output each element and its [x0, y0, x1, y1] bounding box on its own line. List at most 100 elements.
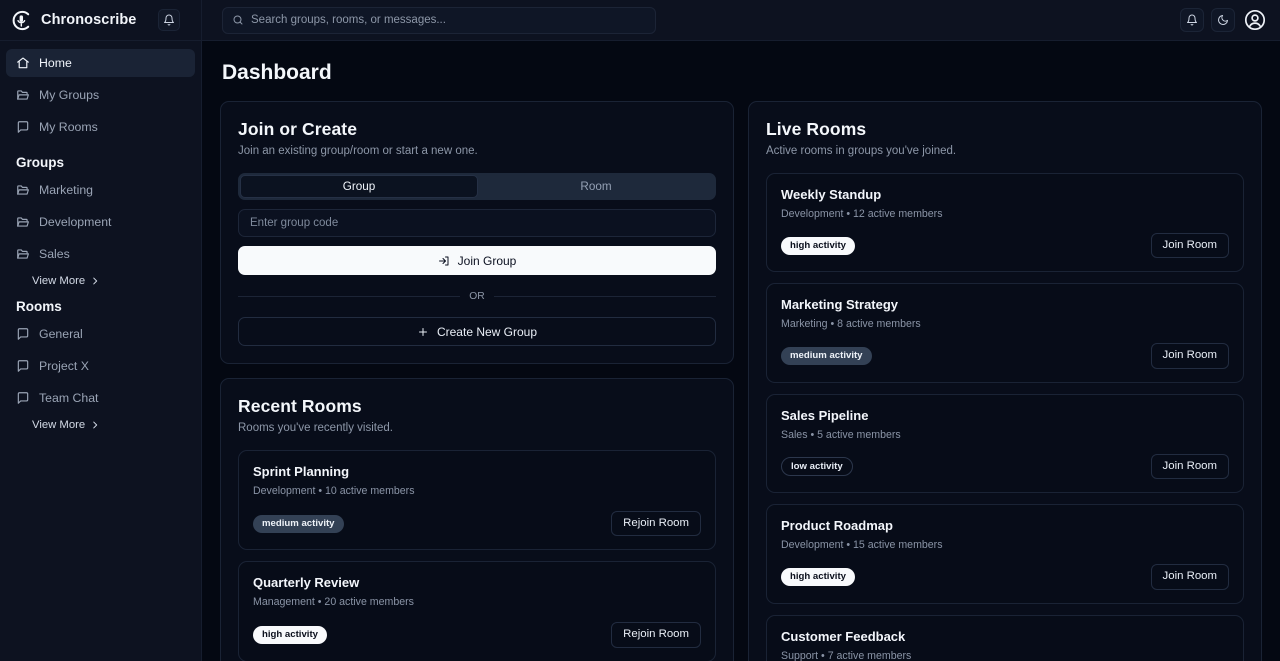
- sidebar-item-marketing[interactable]: Marketing: [6, 176, 195, 204]
- brand-zone: Chronoscribe: [0, 0, 202, 40]
- recent-room-item[interactable]: Quarterly Review Management • 20 active …: [238, 561, 716, 661]
- room-meta: Development • 15 active members: [781, 539, 943, 552]
- sidebar-section-groups-heading: Groups: [16, 155, 65, 170]
- activity-badge: high activity: [253, 626, 327, 644]
- dashboard-columns: Join or Create Join an existing group/ro…: [220, 101, 1262, 661]
- room-footer: medium activity Rejoin Room: [253, 511, 701, 537]
- sidebar-item-label: Project X: [39, 359, 89, 373]
- live-rooms-subtitle: Active rooms in groups you've joined.: [766, 145, 957, 157]
- recent-room-item[interactable]: Sprint Planning Development • 10 active …: [238, 450, 716, 551]
- sidebar-item-team-chat[interactable]: Team Chat: [6, 384, 195, 412]
- top-bar-center: Search groups, rooms, or messages...: [202, 6, 1180, 34]
- live-room-item[interactable]: Weekly Standup Development • 12 active m…: [766, 173, 1244, 273]
- sidebar-item-sales[interactable]: Sales: [6, 240, 195, 268]
- room-meta: Sales • 5 active members: [781, 428, 901, 441]
- activity-badge: low activity: [781, 456, 853, 477]
- room-meta: Marketing • 8 active members: [781, 318, 921, 331]
- sidebar-item-label: Marketing: [39, 183, 93, 197]
- join-room-button[interactable]: Join Room: [1150, 343, 1229, 369]
- divider-line-right: [493, 296, 717, 297]
- folder-open-icon: [16, 215, 30, 229]
- activity-badge: medium activity: [781, 347, 872, 365]
- sidebar-item-label: Sales: [39, 247, 70, 261]
- folder-open-icon: [16, 183, 30, 197]
- sidebar-item-my-rooms[interactable]: My Rooms: [6, 113, 195, 141]
- search-input[interactable]: Search groups, rooms, or messages...: [222, 6, 656, 34]
- groups-view-more-label: View More: [32, 275, 86, 287]
- or-label: OR: [469, 291, 485, 302]
- chevron-right-icon: [93, 421, 98, 429]
- room-meta: Development • 12 active members: [781, 208, 943, 220]
- recent-rooms-subtitle: Rooms you've recently visited.: [238, 422, 393, 434]
- live-room-item[interactable]: Sales Pipeline Sales • 5 active members …: [766, 393, 1244, 494]
- rooms-view-more-label: View More: [32, 419, 86, 431]
- room-meta: Development • 10 active members: [253, 485, 415, 497]
- live-room-item[interactable]: Marketing Strategy Marketing • 8 active …: [766, 283, 1244, 383]
- tab-group[interactable]: Group: [240, 175, 478, 198]
- create-new-group-button[interactable]: Create New Group: [238, 317, 716, 346]
- sidebar-item-project-x[interactable]: Project X: [6, 352, 195, 380]
- bell-icon: [1187, 14, 1197, 26]
- activity-badge: high activity: [781, 568, 855, 586]
- main-content: Dashboard Join or Create Join an existin…: [202, 41, 1280, 661]
- room-meta: Support • 7 active members: [781, 649, 912, 661]
- home-icon: [16, 56, 30, 70]
- sidebar: Home My Groups My Rooms Groups Marketing…: [0, 41, 202, 661]
- live-rooms-list: Weekly Standup Development • 12 active m…: [766, 173, 1244, 661]
- c-microphone-logo: [12, 10, 30, 30]
- theme-toggle-button[interactable]: [1211, 8, 1235, 32]
- live-rooms-title: Live Rooms: [766, 119, 867, 139]
- sidebar-item-general[interactable]: General: [6, 320, 195, 348]
- rooms-view-more-button[interactable]: View More: [6, 416, 195, 431]
- join-room-button[interactable]: Join Room: [1150, 564, 1229, 590]
- join-room-button[interactable]: Join Room: [1150, 453, 1229, 480]
- rejoin-room-button[interactable]: Rejoin Room: [611, 511, 701, 537]
- room-name: Sales Pipeline: [781, 407, 869, 423]
- join-or-create-subtitle: Join an existing group/room or start a n…: [238, 145, 478, 157]
- join-or-create-card: Join or Create Join an existing group/ro…: [220, 101, 734, 364]
- brand-name: Chronoscribe: [41, 12, 137, 28]
- room-meta: Management • 20 active members: [253, 596, 414, 609]
- sidebar-item-my-groups[interactable]: My Groups: [6, 81, 195, 109]
- recent-rooms-list: Sprint Planning Development • 10 active …: [238, 450, 716, 661]
- sidebar-item-development[interactable]: Development: [6, 208, 195, 236]
- room-footer: high activity Join Room: [781, 233, 1229, 259]
- rejoin-room-button[interactable]: Rejoin Room: [611, 622, 701, 648]
- join-group-button[interactable]: Join Group: [238, 246, 716, 275]
- chevron-right-icon: [93, 277, 98, 285]
- activity-badge: high activity: [781, 236, 855, 255]
- room-name: Sprint Planning: [253, 464, 350, 479]
- room-footer: high activity Join Room: [781, 564, 1229, 590]
- room-footer: low activity Join Room: [781, 453, 1229, 480]
- account-button[interactable]: [1242, 7, 1268, 33]
- sidebar-item-home[interactable]: Home: [6, 49, 195, 77]
- body: Home My Groups My Rooms Groups Marketing…: [0, 41, 1280, 661]
- room-name: Marketing Strategy: [781, 297, 899, 313]
- message-square-icon: [16, 359, 30, 373]
- live-room-item[interactable]: Customer Feedback Support • 7 active mem…: [766, 614, 1244, 661]
- tab-group-label: Group: [342, 180, 376, 193]
- notifications-button[interactable]: [1180, 8, 1204, 32]
- live-room-item[interactable]: Product Roadmap Development • 15 active …: [766, 504, 1244, 604]
- tab-room[interactable]: Room: [478, 175, 714, 198]
- room-name: Weekly Standup: [781, 187, 882, 202]
- live-rooms-card: Live Rooms Active rooms in groups you've…: [748, 101, 1262, 661]
- groups-view-more-button[interactable]: View More: [6, 272, 195, 287]
- page-title: Dashboard: [222, 61, 332, 84]
- recent-rooms-title: Recent Rooms: [238, 396, 362, 416]
- message-square-icon: [16, 391, 30, 405]
- group-code-input[interactable]: Enter group code: [238, 209, 716, 237]
- room-name: Product Roadmap: [781, 518, 893, 534]
- join-type-tabs: Group Room: [238, 173, 716, 200]
- folder-open-icon: [16, 247, 30, 261]
- brand-notifications-button[interactable]: [158, 9, 181, 31]
- sidebar-section-rooms-heading: Rooms: [16, 299, 62, 314]
- room-name: Quarterly Review: [253, 575, 360, 591]
- search-icon: [233, 15, 243, 25]
- left-column: Join or Create Join an existing group/ro…: [220, 101, 734, 661]
- join-room-button[interactable]: Join Room: [1150, 233, 1229, 259]
- room-footer: medium activity Join Room: [781, 343, 1229, 369]
- plus-icon: [418, 327, 427, 336]
- bell-icon: [164, 14, 175, 26]
- sidebar-item-label: My Groups: [39, 88, 100, 102]
